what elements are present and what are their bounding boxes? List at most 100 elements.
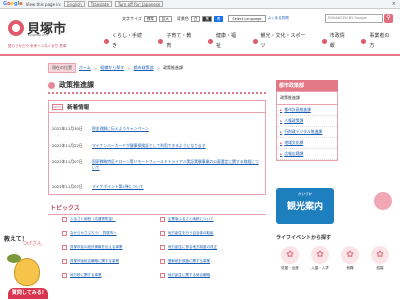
- news-date: 2022年11月22日: [52, 143, 83, 148]
- close-icon[interactable]: ×: [392, 1, 396, 7]
- topic-thumb-icon: [160, 217, 165, 222]
- childcare-icon: [158, 38, 164, 44]
- life-event-work[interactable]: ✿ 就職: [336, 246, 364, 271]
- topic-thumb-icon: [62, 217, 67, 222]
- faq-link[interactable]: よくある質問: [268, 16, 289, 21]
- baby-icon: ✿: [281, 246, 299, 264]
- breadcrumb-org[interactable]: 組織から探す: [100, 65, 124, 71]
- nav-label: 市政情報: [329, 33, 345, 49]
- topics-title: トピックス: [48, 203, 266, 215]
- topic-link[interactable]: 企業版ふるさと納税について: [168, 217, 213, 222]
- topic-item: 企業版ふるさと納税について: [160, 217, 260, 222]
- sidebar-item-label: 行財政デジタル推進課: [284, 129, 323, 134]
- translate-language-select[interactable]: English: [64, 1, 85, 7]
- life-event-marriage[interactable]: ✿ 結婚: [366, 246, 394, 271]
- nav-item-childcare[interactable]: 子育て・教育: [152, 33, 202, 49]
- font-size-label: 文字サイズ: [122, 15, 142, 21]
- translate-button[interactable]: Translate: [87, 1, 112, 7]
- sidebar-item-label: 広報広聴課: [284, 151, 304, 156]
- nav-item-health[interactable]: 健康・福祉: [202, 33, 247, 49]
- topic-thumb-icon: [62, 231, 67, 236]
- bg-blue-button[interactable]: 青: [213, 15, 224, 22]
- news-item: 2022年11月07日 国家戦略特区ドローン等リモートフィールドトライアル実証実…: [49, 159, 265, 170]
- font-large-button[interactable]: 拡大: [158, 15, 172, 22]
- topic-link[interactable]: ふるさと納税（応援寄附金）: [70, 217, 116, 222]
- tourism-banner-small: かいづか: [298, 192, 312, 196]
- sidebar-item[interactable]: ▶ 都市計画推進課: [277, 105, 337, 116]
- news-date: 2022年11月30日: [52, 126, 83, 131]
- topic-link[interactable]: 貝塚市版総合戦略に関する事業: [70, 259, 119, 264]
- topic-link[interactable]: なからかさぶろう！ 貝塚市へ: [70, 231, 117, 236]
- tourism-banner[interactable]: かいづか 観光案内: [276, 188, 334, 224]
- topics-section: トピックス ふるさと納税（応援寄附金） 企業版ふるさと納税について なからかさぶ…: [48, 203, 266, 278]
- health-icon: [208, 38, 213, 44]
- sidebar-title: 都市政策部: [276, 80, 338, 91]
- work-icon: ✿: [341, 246, 359, 264]
- site-title-en: KAIZUKA CITY: [28, 33, 49, 37]
- nav-item-business[interactable]: 事業者の方: [355, 33, 400, 49]
- topic-thumb-icon: [160, 245, 165, 250]
- topic-item: 貝塚市民の統計情報を伝える事業: [62, 245, 162, 250]
- news-item: 2022年11月30日 税金理解に伝えようキャンペーン: [49, 126, 265, 132]
- topic-item: なからかさぶろう！ 貝塚市へ: [62, 231, 162, 236]
- nav-label: 子育て・教育: [166, 33, 192, 49]
- life-event-school[interactable]: ✿ 入園・入学: [306, 246, 334, 271]
- header-divider: [0, 54, 400, 56]
- google-logo: Google: [3, 1, 23, 7]
- life-event-pregnancy[interactable]: ✿ 妊娠・出産: [276, 246, 304, 271]
- topic-link[interactable]: 基幹統計調査に関する事業: [168, 259, 210, 264]
- font-standard-button[interactable]: 標準: [143, 15, 157, 22]
- breadcrumb-dept[interactable]: 都市政策部: [134, 65, 154, 71]
- topic-link[interactable]: 地方創生を行う自治体の取組: [168, 231, 214, 236]
- business-icon: [361, 38, 367, 44]
- sidebar: 都市政策部 政策推進課 ▶ 都市計画推進課 ▶ 人権政策課 ▶ 行財政デジタル推進課 …: [276, 80, 338, 161]
- topic-item: 地方税に関する事業: [62, 273, 162, 278]
- news-link[interactable]: 税金理解に伝えようキャンペーン: [92, 126, 262, 132]
- news-link[interactable]: マイナンバーカードが健康保険証として利用できるようになります: [92, 143, 262, 149]
- news-link[interactable]: 国家戦略特区ドローン等リモートフィールドトライアル実証実験事業の公募選定に関する…: [92, 159, 262, 170]
- arrow-right-icon: ▶: [280, 130, 283, 134]
- bg-white-button[interactable]: 白: [190, 15, 201, 22]
- topic-link[interactable]: 地方創生に関する総合戦略: [168, 273, 210, 278]
- topic-thumb-icon: [62, 259, 67, 264]
- topic-thumb-icon: [160, 259, 165, 264]
- translate-options-button[interactable]: Turn off for: Japanese: [114, 1, 164, 7]
- news-item: 2022年11月07日 マイナポイント第2弾について: [49, 184, 265, 190]
- sidebar-item[interactable]: ▶ 広報広聴課: [277, 149, 337, 160]
- nav-item-city[interactable]: 市政情報: [316, 33, 356, 49]
- sidebar-item-label: 地域文化課: [284, 140, 304, 145]
- accessibility-tools: 文字サイズ 標準 拡大 背景色 白 黒 青 Select Language よく…: [122, 15, 289, 22]
- site-tagline: 語らうかだや 未来へつなぐまち 貝塚: [8, 44, 67, 48]
- arrow-right-icon: ▶: [280, 141, 283, 145]
- topic-item: ふるさと納税（応援寄附金）: [62, 217, 162, 222]
- search-icon[interactable]: ⚲: [384, 14, 393, 23]
- sidebar-item[interactable]: ▶ 地域文化課: [277, 138, 337, 149]
- ask-question-button[interactable]: 質問してみる!: [8, 288, 48, 299]
- breadcrumb-home[interactable]: ホーム: [79, 65, 91, 71]
- news-box: NEW 新着情報 2022年11月30日 税金理解に伝えようキャンペーン 202…: [48, 100, 266, 195]
- breadcrumb-separator: >: [127, 65, 131, 71]
- life-event-label: 入園・入学: [311, 266, 329, 270]
- global-nav: くらし・手続き 子育て・教育 健康・福祉 観光・文化・スポーツ 市政情報 事業者…: [98, 33, 400, 49]
- life-event-label: 就職: [346, 266, 354, 270]
- nav-item-tourism[interactable]: 観光・文化・スポーツ: [247, 33, 316, 49]
- topic-link[interactable]: 地方創生に係る地方制度の改正: [168, 245, 217, 250]
- sidebar-item[interactable]: ▶ 人権政策課: [277, 116, 337, 127]
- topic-item: 地方創生に係る地方制度の改正: [160, 245, 260, 250]
- city-emblem-icon: [8, 19, 24, 36]
- mascot-character-icon: [14, 258, 40, 286]
- new-badge: NEW: [52, 103, 64, 110]
- page-title-bar: 政策推進課: [48, 78, 266, 94]
- topic-link[interactable]: 地方税に関する事業: [70, 273, 102, 278]
- arrow-right-icon: ▶: [280, 152, 283, 156]
- bg-black-button[interactable]: 黒: [202, 15, 212, 22]
- nav-item-living[interactable]: くらし・手続き: [98, 33, 152, 49]
- chatbot-widget[interactable]: 教えて！ つげさん 質問してみる!: [0, 232, 60, 300]
- topic-link[interactable]: 貝塚市民の統計情報を伝える事業: [70, 245, 122, 250]
- sidebar-item[interactable]: ▶ 行財政デジタル推進課: [277, 127, 337, 138]
- site-logo[interactable]: 貝塚市 KAIZUKA CITY: [8, 18, 66, 37]
- search-input[interactable]: ENHANCED BY Google: [325, 14, 383, 23]
- news-link[interactable]: マイナポイント第2弾について: [92, 184, 262, 190]
- select-language-button[interactable]: Select Language: [228, 15, 266, 22]
- chatbot-speech-name: つげさん: [22, 241, 43, 247]
